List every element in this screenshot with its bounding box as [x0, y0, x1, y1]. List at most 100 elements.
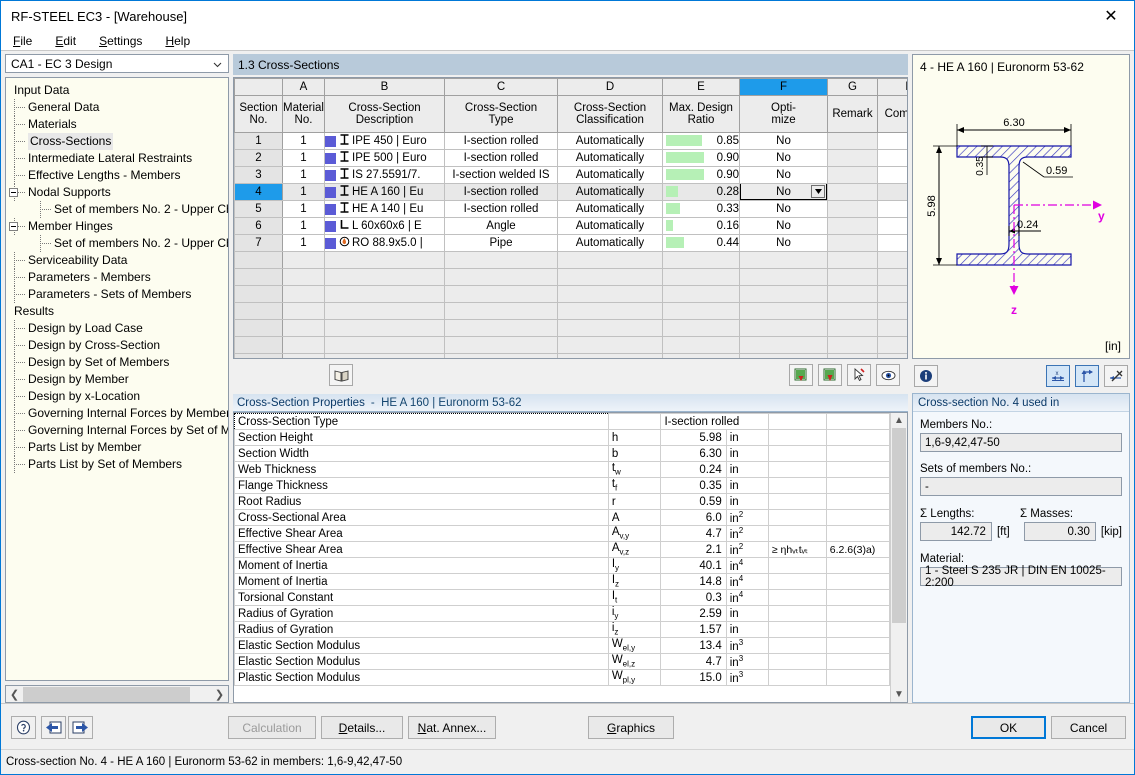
tree-item-input-data[interactable]: Input Data	[6, 82, 228, 99]
empty-cell[interactable]	[324, 336, 445, 354]
axes-icon[interactable]	[1075, 365, 1099, 387]
property-row[interactable]: Torsional Constant It 0.3 in4	[234, 589, 890, 606]
row-number-empty[interactable]	[234, 302, 283, 320]
empty-cell[interactable]	[877, 285, 907, 303]
cross-sections-grid[interactable]: ABCDEFGHSectionNo.MaterialNo.Cross-Secti…	[233, 77, 908, 359]
type-cell[interactable]: Pipe	[444, 234, 558, 252]
tree-item-general-data[interactable]: General Data	[6, 99, 228, 116]
property-row[interactable]: Cross-Section Type I-section rolled	[234, 413, 890, 430]
dimension-x-icon[interactable]: x	[1046, 365, 1070, 387]
remark-cell[interactable]	[827, 149, 878, 167]
empty-cell[interactable]	[739, 319, 828, 337]
description-cell[interactable]: HE A 160 | Eu	[324, 183, 445, 201]
property-row[interactable]: Flange Thickness tf 0.35 in	[234, 477, 890, 494]
export-down-icon[interactable]	[818, 364, 842, 386]
table-row[interactable]: 4 1 HE A 160 | Eu I-section rolled Automatic…	[234, 183, 907, 201]
comment-cell[interactable]	[877, 217, 907, 235]
tree-item-parts-list-by-set-of-members[interactable]: Parts List by Set of Members	[6, 456, 228, 473]
close-icon[interactable]: ✕	[1088, 1, 1134, 30]
comment-cell[interactable]	[877, 132, 907, 150]
optimize-cell[interactable]: No	[739, 149, 828, 167]
empty-cell[interactable]	[557, 268, 663, 286]
pick-icon[interactable]	[847, 364, 871, 386]
tree-item-member-hinges[interactable]: Member Hinges	[6, 218, 228, 235]
comment-cell[interactable]	[877, 166, 907, 184]
type-cell[interactable]: I-section rolled	[444, 200, 558, 218]
empty-cell[interactable]	[827, 285, 878, 303]
remark-cell[interactable]	[827, 200, 878, 218]
type-cell[interactable]: I-section rolled	[444, 149, 558, 167]
tree-item-effective-lengths-members[interactable]: Effective Lengths - Members	[6, 167, 228, 184]
ratio-cell[interactable]: 0.90	[662, 166, 740, 184]
description-cell[interactable]: IPE 450 | Euro	[324, 132, 445, 150]
tree-item-cross-sections[interactable]: Cross-Sections	[6, 133, 228, 150]
empty-cell[interactable]	[827, 302, 878, 320]
classification-cell[interactable]: Automatically	[557, 234, 663, 252]
empty-cell[interactable]	[662, 353, 740, 358]
empty-cell[interactable]	[282, 319, 325, 337]
table-row[interactable]: 5 1 HE A 140 | Eu I-section rolled Automatic…	[234, 200, 907, 218]
property-row[interactable]: Cross-Sectional Area A 6.0 in2	[234, 509, 890, 526]
empty-cell[interactable]	[324, 353, 445, 358]
ratio-cell[interactable]: 0.90	[662, 149, 740, 167]
classification-cell[interactable]: Automatically	[557, 149, 663, 167]
design-case-combo[interactable]: CA1 - EC 3 Design	[5, 54, 229, 73]
table-row[interactable]: 2 1 IPE 500 | Euro I-section rolled Automati…	[234, 149, 907, 167]
members-field[interactable]: 1,6-9,42,47-50	[920, 433, 1122, 452]
optimize-cell[interactable]: No	[739, 166, 828, 184]
empty-cell[interactable]	[827, 353, 878, 358]
empty-cell[interactable]	[557, 319, 663, 337]
row-number[interactable]: 1	[234, 132, 283, 150]
property-row[interactable]: Elastic Section Modulus Wel,y 13.4 in3	[234, 637, 890, 654]
empty-cell[interactable]	[557, 285, 663, 303]
material-no-cell[interactable]: 1	[282, 234, 325, 252]
empty-cell[interactable]	[739, 353, 828, 358]
optimize-cell[interactable]: No	[739, 200, 828, 218]
table-row-empty[interactable]	[234, 285, 907, 303]
empty-cell[interactable]	[282, 302, 325, 320]
type-cell[interactable]: I-section rolled	[444, 132, 558, 150]
scroll-right-icon[interactable]: ❯	[211, 686, 228, 702]
tree-item-parameters-sets-of-members[interactable]: Parameters - Sets of Members	[6, 286, 228, 303]
tree-item-governing-internal-forces-by-set-of-mem[interactable]: Governing Internal Forces by Set of Mem	[6, 422, 228, 439]
optimize-cell[interactable]: No	[739, 234, 828, 252]
property-row[interactable]: Moment of Inertia Iz 14.8 in4	[234, 573, 890, 590]
table-row[interactable]: 61 L 60x60x6 | E Angle Automatically 0.16 No	[234, 217, 907, 235]
view-icon[interactable]	[876, 364, 900, 386]
empty-cell[interactable]	[282, 353, 325, 358]
nat-annex-button[interactable]: Nat. Annex...	[408, 716, 496, 739]
property-row[interactable]: Effective Shear Area Av,z 2.1 in2 ≥ ηhᵥₜtᵥₜ 6…	[234, 541, 890, 558]
classification-cell[interactable]: Automatically	[557, 200, 663, 218]
scroll-down-icon[interactable]: ▼	[891, 687, 907, 702]
classification-cell[interactable]: Automatically	[557, 183, 663, 201]
empty-cell[interactable]	[739, 285, 828, 303]
empty-cell[interactable]	[557, 353, 663, 358]
help-icon[interactable]	[11, 716, 36, 739]
tree-item-nodal-supports[interactable]: Nodal Supports	[6, 184, 228, 201]
description-cell[interactable]: IPE 500 | Euro	[324, 149, 445, 167]
empty-cell[interactable]	[662, 285, 740, 303]
ratio-cell[interactable]: 0.85	[662, 132, 740, 150]
navigator-hscrollbar[interactable]: ❮ ❯	[5, 685, 229, 703]
description-cell[interactable]: L 60x60x6 | E	[324, 217, 445, 235]
properties-table-wrapper[interactable]: Cross-Section Type I-section rolled Sectio…	[233, 412, 908, 703]
empty-cell[interactable]	[324, 285, 445, 303]
row-number[interactable]: 3	[234, 166, 283, 184]
empty-cell[interactable]	[557, 302, 663, 320]
material-no-cell[interactable]: 1	[282, 149, 325, 167]
scroll-up-icon[interactable]: ▲	[891, 413, 907, 428]
empty-cell[interactable]	[739, 251, 828, 269]
property-row[interactable]: Radius of Gyration iy 2.59 in	[234, 605, 890, 622]
table-row[interactable]: 7 1 RO 88.9x5.0 | Pipe Automatically 0.44 No	[234, 234, 907, 252]
grid-column-letter-B[interactable]: B	[324, 78, 445, 96]
export-up-icon[interactable]	[789, 364, 813, 386]
property-row[interactable]: Web Thickness tw 0.24 in	[234, 461, 890, 478]
material-no-cell[interactable]: 1	[282, 183, 325, 201]
empty-cell[interactable]	[282, 285, 325, 303]
ratio-cell[interactable]: 0.44	[662, 234, 740, 252]
row-number[interactable]: 4	[234, 183, 283, 201]
next-icon[interactable]	[68, 716, 93, 739]
tree-expander-icon[interactable]	[9, 188, 18, 197]
empty-cell[interactable]	[662, 302, 740, 320]
remark-cell[interactable]	[827, 132, 878, 150]
